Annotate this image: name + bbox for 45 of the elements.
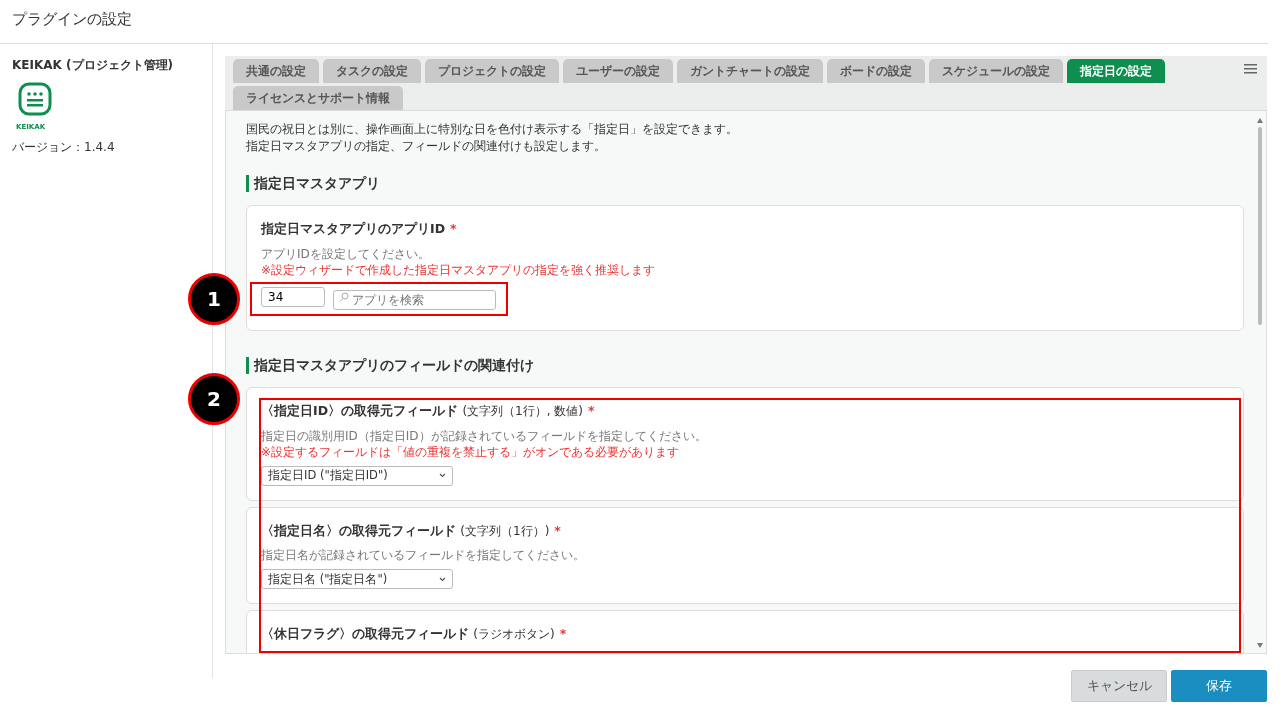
search-icon	[339, 291, 349, 302]
version-label: バージョン：1.4.4	[12, 139, 116, 156]
tab[interactable]: ユーザーの設定	[563, 59, 673, 83]
page-title: プラグインの設定	[0, 0, 1268, 44]
select-field[interactable]: 指定日ID ("指定日ID")	[261, 465, 453, 486]
caret-icon	[439, 473, 446, 478]
required-mark: *	[588, 402, 595, 418]
warning-text: ※設定するフィールドは「値の重複を禁止する」がオンである必要があります	[261, 443, 681, 460]
field-title: 〈指定日名〉の取得元フィールド	[261, 522, 456, 538]
tab[interactable]: タスクの設定	[323, 59, 421, 83]
warning-text: ※設定ウィザードで作成した指定日マスタアプリの指定を強く推奨します	[261, 261, 657, 278]
tab[interactable]: プロジェクトの設定	[425, 59, 559, 83]
cancel-button[interactable]: キャンセル	[1071, 670, 1167, 702]
tab[interactable]: ライセンスとサポート情報	[233, 86, 403, 110]
required-mark: *	[559, 626, 567, 642]
required-mark: *	[554, 522, 561, 538]
callout-badge: 1	[188, 272, 240, 325]
intro-text: 指定日マスタアプリの指定、フィールドの関連付けも設定します。	[246, 138, 607, 155]
save-button[interactable]: 保存	[1171, 670, 1267, 702]
field-title: 〈指定日ID〉の取得元フィールド	[261, 402, 459, 418]
callout-badge: 2	[188, 372, 240, 425]
section-heading: 指定日マスタアプリ	[246, 175, 1244, 192]
caret-icon	[439, 576, 446, 582]
tab[interactable]: ガントチャートの設定	[677, 59, 823, 83]
intro-text: 国民の祝日とは別に、操作画面上に特別な日を色付け表示する「指定日」を設定できます。	[246, 121, 739, 138]
logo-icon	[18, 82, 52, 116]
plugin-name: KEIKAK (プロジェクト管理)	[12, 57, 174, 74]
tab[interactable]: スケジュールの設定	[929, 59, 1063, 83]
help-text: アプリIDを設定してください。	[261, 245, 431, 262]
search-field[interactable]: アプリを検索	[333, 289, 496, 310]
tab[interactable]: 共通の設定	[233, 59, 319, 83]
help-text: 指定日の識別用ID（指定日ID）が記録されているフィールドを指定してください。	[261, 427, 708, 444]
type-note: (ラジオボタン)	[473, 627, 555, 642]
field-title: 〈休日フラグ〉の取得元フィールド	[261, 626, 469, 642]
tab[interactable]: ボードの設定	[827, 59, 925, 83]
menu-icon[interactable]	[1244, 64, 1257, 74]
select-field[interactable]: 指定日名 ("指定日名")	[261, 569, 453, 590]
section-heading: 指定日マスタアプリのフィールドの関連付け	[246, 356, 1244, 374]
type-note: (文字列（1行）, 数値)	[462, 403, 584, 418]
app-id-field[interactable]: 34	[261, 286, 325, 307]
help-text: 指定日名が記録されているフィールドを指定してください。	[261, 547, 586, 564]
field-title: 指定日マスタアプリのアプリID	[261, 221, 446, 236]
required-mark: *	[450, 221, 457, 236]
type-note: (文字列（1行）)	[460, 523, 550, 538]
tab[interactable]: 指定日の設定	[1067, 59, 1165, 83]
